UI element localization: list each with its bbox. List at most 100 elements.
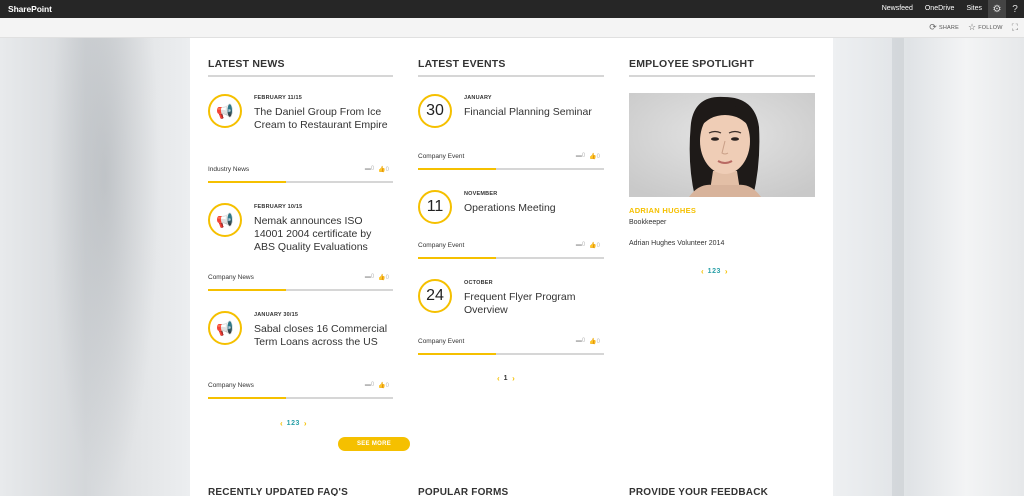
events-pager-numbers[interactable]: 1 [504, 375, 508, 382]
news-date: FEBRUARY 10/15 [254, 204, 303, 210]
background-right [832, 38, 1024, 496]
like-icon[interactable]: 👍0 [589, 338, 600, 345]
event-day-circle: 11 [418, 190, 452, 224]
news-counts: ▬0 👍0 [365, 166, 389, 173]
event-day: 30 [426, 102, 444, 119]
employee-description: Adrian Hughes Volunteer 2014 [629, 240, 725, 247]
event-day: 11 [426, 198, 444, 215]
comment-icon[interactable]: ▬0 [365, 382, 374, 389]
like-icon[interactable]: 👍0 [589, 153, 600, 160]
popular-forms-title: POPULAR FORMS [418, 487, 509, 496]
event-category[interactable]: Company Event [418, 338, 464, 345]
spotlight-pager-numbers[interactable]: 123 [708, 268, 721, 275]
employee-role: Bookkeeper [629, 219, 667, 226]
share-icon: ⟳ [929, 22, 938, 32]
comment-icon[interactable]: ▬0 [365, 274, 374, 281]
share-button[interactable]: ⟳ SHARE [929, 22, 959, 33]
news-date: FEBRUARY 11/15 [254, 95, 303, 101]
news-divider [208, 181, 393, 183]
latest-events-title: LATEST EVENTS [418, 58, 604, 77]
chevron-left-icon[interactable]: ‹ [701, 267, 704, 276]
chevron-right-icon[interactable]: › [512, 374, 515, 383]
news-meta: Company News ▬0 👍0 [208, 274, 393, 284]
chevron-right-icon[interactable]: › [725, 267, 728, 276]
megaphone-icon: 📢 [216, 211, 234, 228]
event-meta: Company Event ▬0 👍0 [418, 242, 604, 252]
megaphone-icon: 📢 [216, 102, 234, 119]
news-divider [208, 397, 393, 399]
background-left [0, 38, 190, 496]
event-title-link[interactable]: Operations Meeting [464, 202, 604, 215]
provide-feedback-title: PROVIDE YOUR FEEDBACK [629, 487, 769, 496]
news-title-link[interactable]: Sabal closes 16 Commercial Term Loans ac… [254, 323, 394, 349]
like-icon[interactable]: 👍0 [378, 166, 389, 173]
event-divider [418, 353, 604, 355]
follow-button[interactable]: ☆ FOLLOW [968, 22, 1003, 33]
like-icon[interactable]: 👍0 [378, 274, 389, 281]
suite-bar: SharePoint Newsfeed OneDrive Sites ⚙ ? [0, 0, 1024, 18]
news-meta: Industry News ▬0 👍0 [208, 166, 393, 176]
megaphone-icon: 📢 [216, 319, 234, 336]
chevron-left-icon[interactable]: ‹ [497, 374, 500, 383]
news-category[interactable]: Company News [208, 382, 254, 389]
event-title-link[interactable]: Frequent Flyer Program Overview [464, 291, 604, 317]
event-divider [418, 257, 604, 259]
news-divider [208, 289, 393, 291]
event-month: NOVEMBER [464, 191, 498, 197]
news-circle: 📢 [208, 203, 242, 237]
news-circle: 📢 [208, 311, 242, 345]
news-title-link[interactable]: Nemak announces ISO 14001 2004 certifica… [254, 215, 394, 254]
event-divider [418, 168, 604, 170]
event-title-link[interactable]: Financial Planning Seminar [464, 106, 604, 119]
news-date: JANUARY 30/15 [254, 312, 299, 318]
news-category[interactable]: Company News [208, 274, 254, 281]
news-title-link[interactable]: The Daniel Group From Ice Cream to Resta… [254, 106, 394, 132]
events-pager: ‹ 1 › [497, 374, 515, 383]
comment-icon[interactable]: ▬0 [576, 338, 585, 345]
news-category[interactable]: Industry News [208, 166, 249, 173]
event-counts: ▬0 👍0 [576, 338, 600, 345]
news-circle: 📢 [208, 94, 242, 128]
news-counts: ▬0 👍0 [365, 274, 389, 281]
focus-content-icon[interactable]: ⛶ [1012, 22, 1018, 33]
news-pager: ‹ 123 › [280, 419, 307, 428]
sharepoint-brand[interactable]: SharePoint [8, 4, 52, 14]
like-icon[interactable]: 👍0 [589, 242, 600, 249]
event-month: JANUARY [464, 95, 492, 101]
comment-icon[interactable]: ▬0 [365, 166, 374, 173]
spotlight-pager: ‹ 123 › [701, 267, 728, 276]
chevron-left-icon[interactable]: ‹ [280, 419, 283, 428]
suite-links: Newsfeed OneDrive Sites ⚙ ? [876, 0, 1024, 18]
employee-portrait [629, 93, 815, 197]
recently-updated-faqs-title: RECENTLY UPDATED FAQ'S [208, 487, 348, 496]
ribbon-bar: ⟳ SHARE ☆ FOLLOW ⛶ [0, 18, 1024, 38]
news-counts: ▬0 👍0 [365, 382, 389, 389]
main-content: LATEST NEWS 📢 FEBRUARY 11/15 The Daniel … [190, 38, 833, 496]
news-meta: Company News ▬0 👍0 [208, 382, 393, 392]
share-label: SHARE [939, 24, 959, 31]
see-more-button[interactable]: SEE MORE [338, 437, 410, 451]
event-meta: Company Event ▬0 👍0 [418, 153, 604, 163]
event-counts: ▬0 👍0 [576, 242, 600, 249]
chevron-right-icon[interactable]: › [304, 419, 307, 428]
like-icon[interactable]: 👍0 [378, 382, 389, 389]
event-category[interactable]: Company Event [418, 153, 464, 160]
latest-news-title: LATEST NEWS [208, 58, 393, 77]
event-day-circle: 24 [418, 279, 452, 313]
employee-name[interactable]: ADRIAN HUGHES [629, 206, 696, 215]
event-meta: Company Event ▬0 👍0 [418, 338, 604, 348]
comment-icon[interactable]: ▬0 [576, 153, 585, 160]
comment-icon[interactable]: ▬0 [576, 242, 585, 249]
event-day: 24 [426, 287, 444, 304]
employee-photo[interactable] [629, 93, 815, 197]
event-month: OCTOBER [464, 280, 493, 286]
star-icon: ☆ [967, 22, 977, 32]
suite-link-newsfeed[interactable]: Newsfeed [876, 0, 919, 18]
news-pager-numbers[interactable]: 123 [287, 420, 300, 427]
settings-gear-icon[interactable]: ⚙ [988, 0, 1006, 18]
suite-link-sites[interactable]: Sites [960, 0, 988, 18]
event-category[interactable]: Company Event [418, 242, 464, 249]
help-icon[interactable]: ? [1006, 0, 1024, 18]
event-day-circle: 30 [418, 94, 452, 128]
suite-link-onedrive[interactable]: OneDrive [919, 0, 961, 18]
